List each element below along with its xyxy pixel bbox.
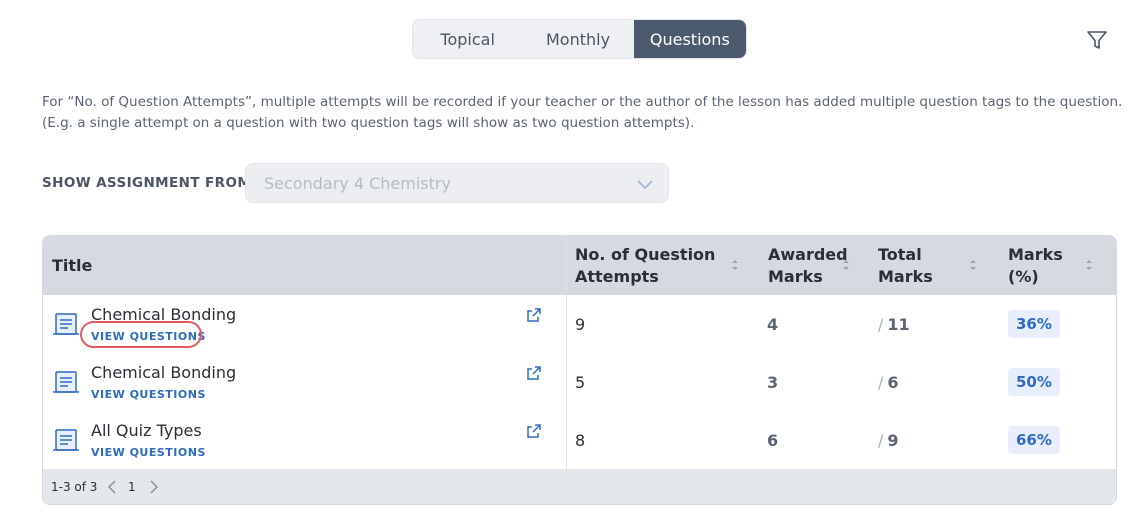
awarded-value: 3 — [767, 373, 779, 392]
table-row: Chemical Bonding VIEW QUESTIONS 5 3 /6 5… — [43, 353, 1116, 411]
percent-badge: 50% — [1008, 368, 1060, 396]
table-row: All Quiz Types VIEW QUESTIONS 8 6 /9 66% — [43, 411, 1116, 469]
table-footer: 1-3 of 3 1 — [43, 469, 1116, 504]
awarded-value: 4 — [767, 315, 779, 334]
table-row: Chemical Bonding VIEW QUESTIONS 9 4 /11 … — [43, 295, 1116, 353]
awarded-value: 6 — [767, 431, 779, 450]
tab-topical[interactable]: Topical — [413, 20, 522, 58]
table-header: Title No. of Question Attempts Awarded Mar… — [43, 236, 1116, 295]
sort-icon[interactable] — [730, 258, 740, 272]
total-value: /9 — [878, 431, 899, 450]
open-external-icon[interactable] — [526, 365, 542, 381]
sort-icon[interactable] — [1084, 258, 1094, 272]
lesson-icon — [53, 429, 79, 451]
attempts-info-text: For “No. of Question Attempts”, multiple… — [42, 94, 1123, 131]
total-value: /11 — [878, 315, 910, 334]
chevron-left-icon[interactable] — [105, 479, 119, 495]
attempts-value: 9 — [575, 315, 586, 334]
row-title: Chemical Bonding — [91, 363, 237, 382]
row-title: All Quiz Types — [91, 421, 202, 440]
col-marks-percent[interactable]: Marks (%) — [1008, 236, 1063, 295]
attempts-value: 5 — [575, 373, 586, 392]
pagination-range: 1-3 of 3 — [51, 480, 98, 494]
lesson-icon — [53, 371, 79, 393]
percent-badge: 36% — [1008, 310, 1060, 338]
attempts-value: 8 — [575, 431, 586, 450]
view-questions-link[interactable]: VIEW QUESTIONS — [91, 388, 206, 401]
questions-table: Title No. of Question Attempts Awarded Mar… — [42, 235, 1117, 505]
filter-icon[interactable] — [1086, 29, 1108, 51]
sort-icon[interactable] — [968, 258, 978, 272]
col-awarded-marks[interactable]: Awarded Marks — [768, 236, 848, 295]
highlight-annotation — [80, 321, 202, 348]
tab-monthly[interactable]: Monthly — [522, 20, 633, 58]
chevron-right-icon[interactable] — [147, 479, 161, 495]
col-total-marks[interactable]: Total Marks — [878, 236, 933, 295]
show-assignment-label: SHOW ASSIGNMENT FROM — [42, 175, 252, 191]
open-external-icon[interactable] — [526, 307, 542, 323]
col-attempts[interactable]: No. of Question Attempts — [575, 236, 715, 295]
assignment-select-value: Secondary 4 Chemistry — [264, 173, 451, 193]
current-page[interactable]: 1 — [128, 480, 136, 494]
view-questions-link[interactable]: VIEW QUESTIONS — [91, 446, 206, 459]
assignment-select[interactable]: Secondary 4 Chemistry — [245, 163, 669, 203]
tab-questions[interactable]: Questions — [633, 20, 746, 58]
percent-badge: 66% — [1008, 426, 1060, 454]
chevron-down-icon — [637, 180, 653, 190]
lesson-icon — [53, 313, 79, 335]
sort-icon[interactable] — [841, 258, 851, 272]
col-title: Title — [52, 255, 93, 275]
view-tabs: Topical Monthly Questions — [412, 19, 747, 59]
total-value: /6 — [878, 373, 899, 392]
open-external-icon[interactable] — [526, 423, 542, 439]
